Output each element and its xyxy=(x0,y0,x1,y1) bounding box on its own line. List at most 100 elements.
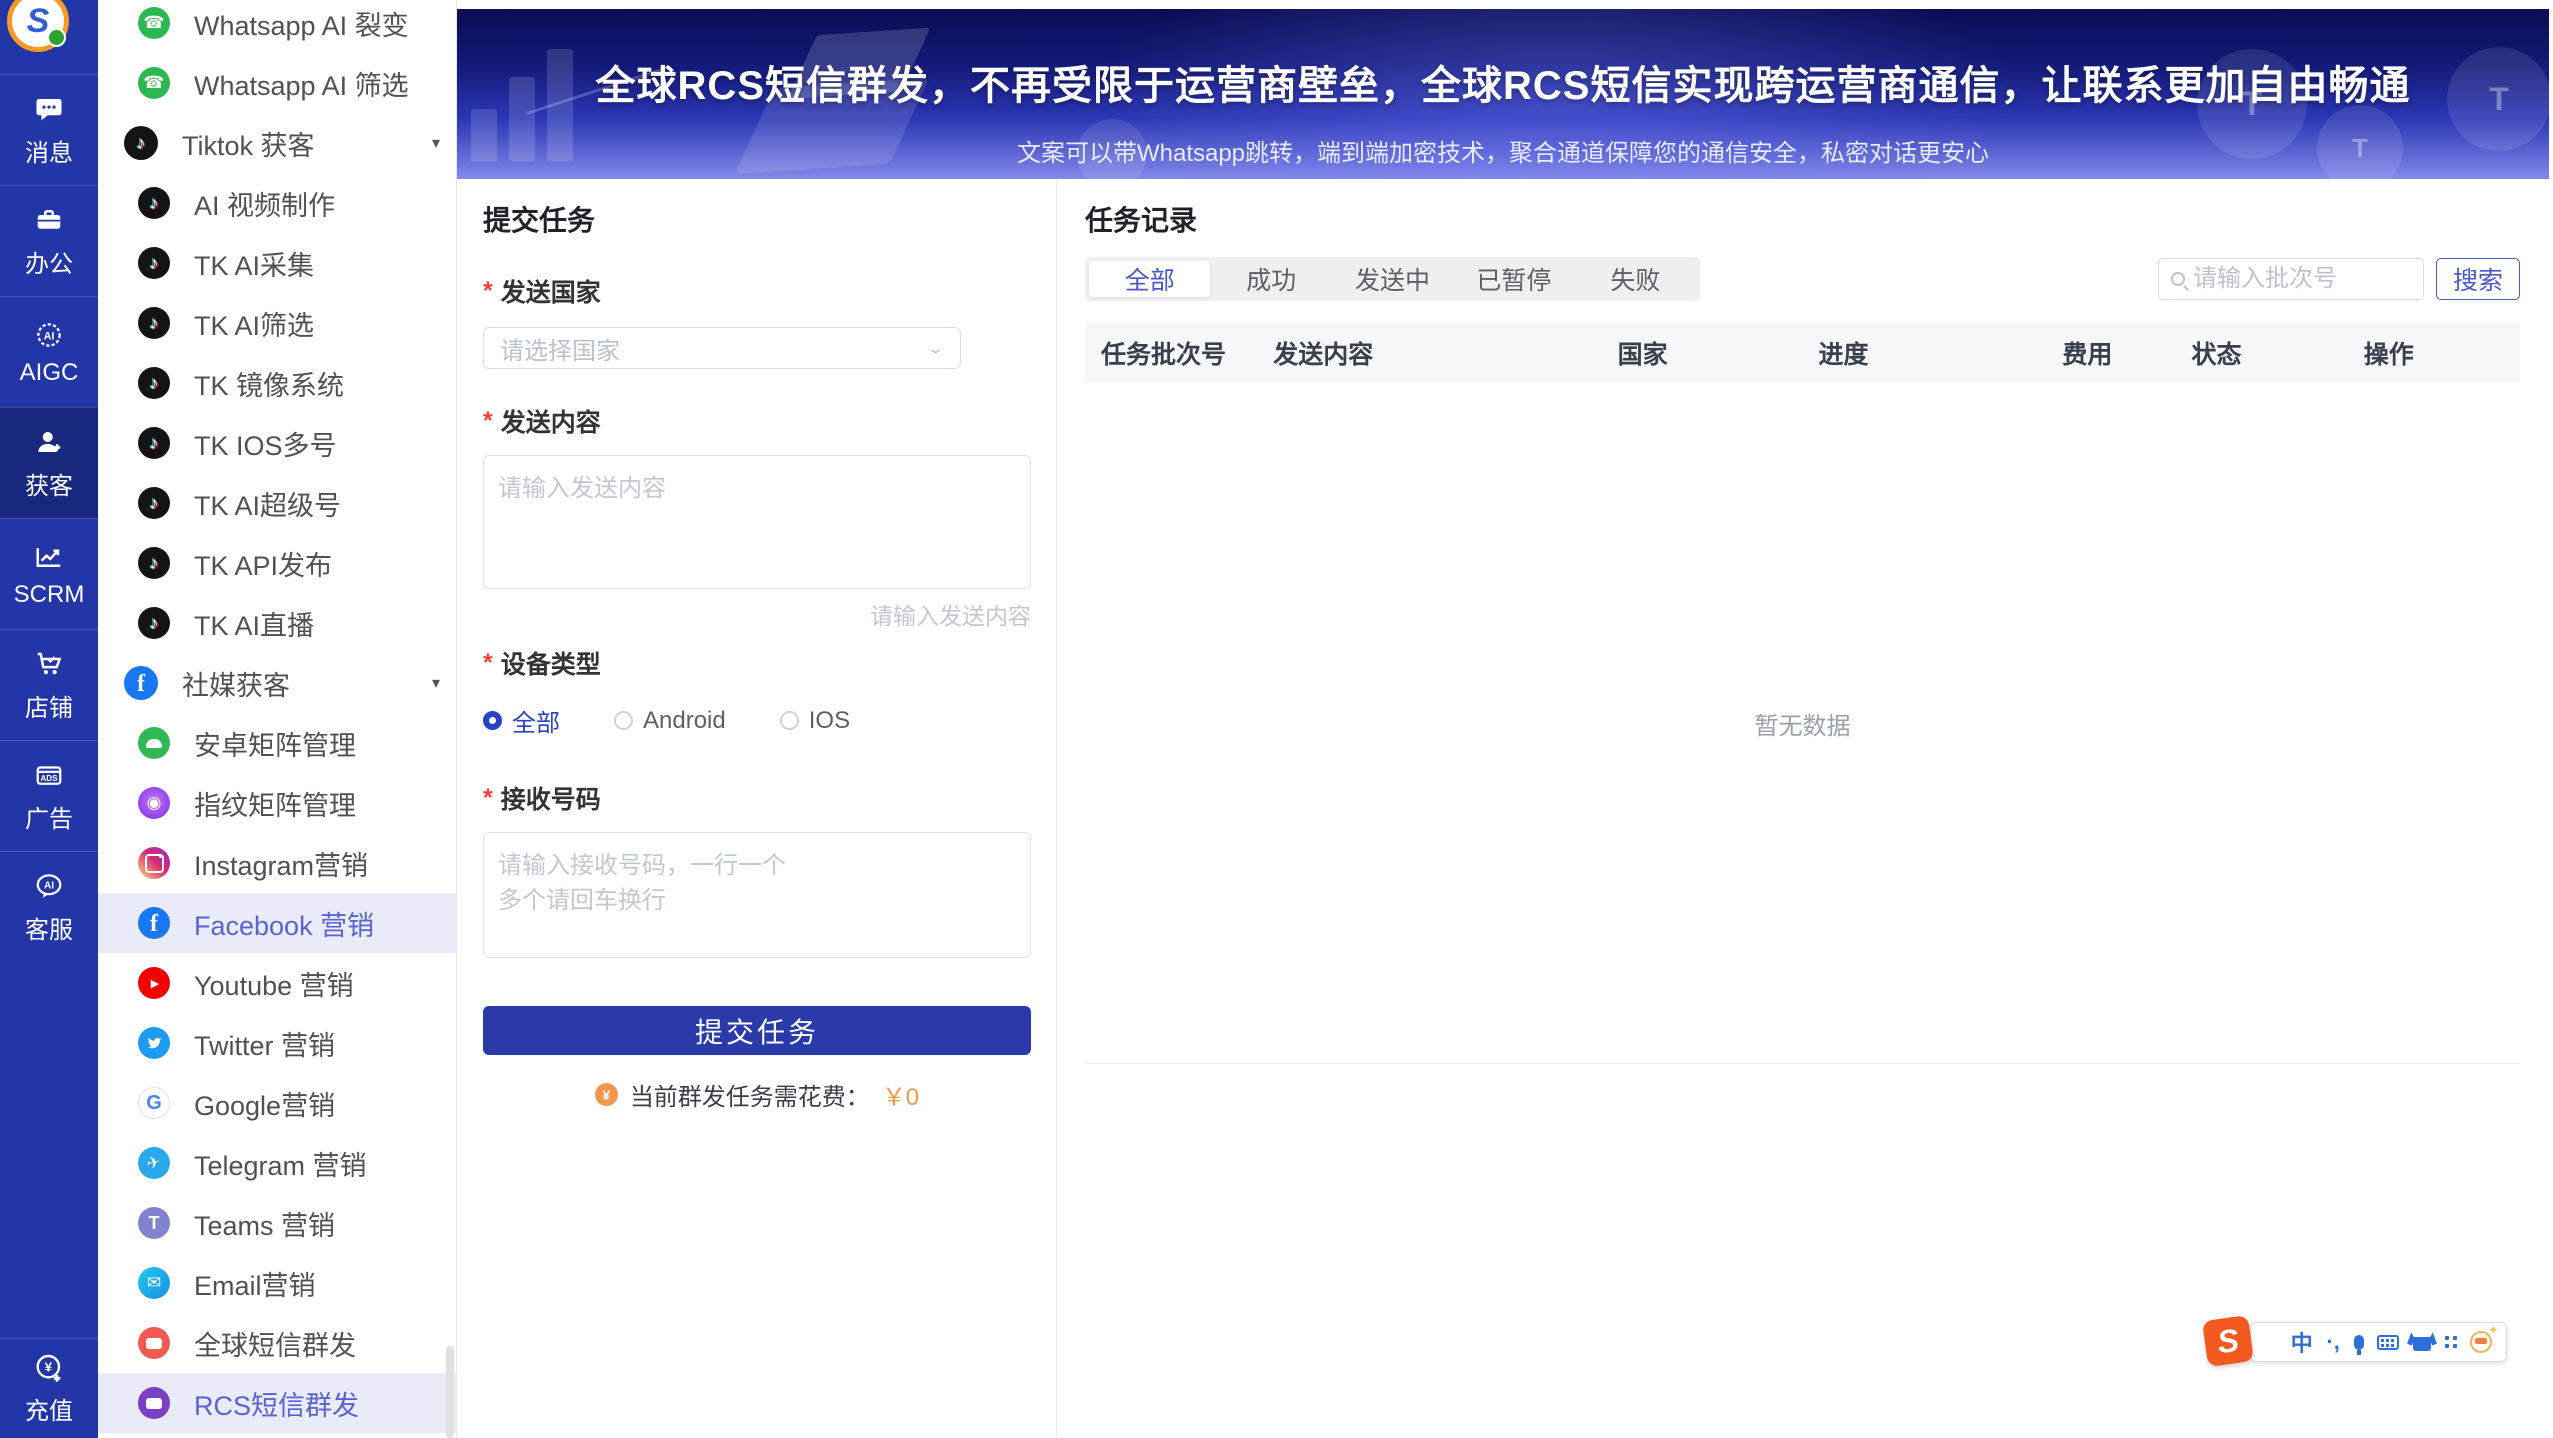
batch-search-input[interactable] xyxy=(2193,265,2411,293)
tab-success[interactable]: 成功 xyxy=(1210,261,1331,297)
sidebar-item-facebook[interactable]: Facebook 营销 xyxy=(98,893,456,953)
radio-all[interactable]: 全部 xyxy=(483,703,560,738)
tiktok-icon xyxy=(138,187,170,219)
sidebar-item-rcs-sms[interactable]: RCS短信群发 xyxy=(98,1373,456,1433)
tasks-controls: 全部 成功 发送中 已暂停 失败 搜索 xyxy=(1085,257,2520,301)
recharge-yen-icon: ¥ xyxy=(32,1351,66,1385)
status-tab-group: 全部 成功 发送中 已暂停 失败 xyxy=(1085,257,1700,301)
tab-failed[interactable]: 失败 xyxy=(1575,261,1696,297)
facebook-icon xyxy=(138,907,170,939)
device-type-label: * 设备类型 xyxy=(483,648,601,680)
rail-item-messages[interactable]: 消息 xyxy=(0,74,98,185)
app-window: S 消息 办公 AI AIGC 获客 SCRM 店铺 ADS 广告 AI 客服 … xyxy=(0,0,2553,1438)
sidebar-item-google[interactable]: Google营销 xyxy=(98,1073,456,1133)
required-asterisk: * xyxy=(483,406,493,435)
rail-item-acquisition[interactable]: 获客 xyxy=(0,407,98,518)
sidebar-item-youtube[interactable]: Youtube 营销 xyxy=(98,953,456,1013)
whatsapp-icon xyxy=(138,67,170,99)
primary-rail: S 消息 办公 AI AIGC 获客 SCRM 店铺 ADS 广告 AI 客服 … xyxy=(0,0,98,1438)
sidebar-item-global-sms[interactable]: 全球短信群发 xyxy=(98,1313,456,1373)
submit-task-button[interactable]: 提交任务 xyxy=(483,1006,1031,1055)
svg-text:AI: AI xyxy=(44,881,54,892)
tab-paused[interactable]: 已暂停 xyxy=(1453,261,1574,297)
tab-sending[interactable]: 发送中 xyxy=(1332,261,1453,297)
svg-text:¥: ¥ xyxy=(45,1359,53,1374)
emoji-icon[interactable] xyxy=(2470,1323,2498,1353)
chevron-down-icon: ⌄ xyxy=(927,339,944,358)
country-select[interactable]: 请选择国家 ⌄ xyxy=(483,327,961,369)
banner-title: 全球RCS短信群发，不再受限于运营商壁垒，全球RCS短信实现跨运营商通信，让联系… xyxy=(595,64,2411,108)
device-type-radio-group: 全部 Android IOS xyxy=(483,703,1056,738)
sidebar-item-tk-ai-collect[interactable]: TK AI采集 xyxy=(98,233,456,293)
aigc-badge-icon: AI xyxy=(32,318,66,352)
sidebar-item-fingerprint-matrix[interactable]: 指纹矩阵管理 xyxy=(98,773,456,833)
rail-item-ads[interactable]: ADS 广告 xyxy=(0,740,98,851)
message-icon xyxy=(32,92,66,126)
online-status-dot xyxy=(47,28,66,47)
required-asterisk: * xyxy=(483,783,493,812)
fee-prefix: 当前群发任务需花费： xyxy=(629,1084,870,1111)
sidebar-item-tk-ai-live[interactable]: TK AI直播 xyxy=(98,593,456,653)
skin-icon[interactable] xyxy=(2412,1333,2431,1351)
sidebar-item-telegram[interactable]: Telegram 营销 xyxy=(98,1133,456,1193)
sidebar-item-teams[interactable]: Teams 营销 xyxy=(98,1193,456,1253)
tab-all[interactable]: 全部 xyxy=(1089,261,1211,297)
chinese-mode-icon[interactable]: 中 xyxy=(2291,1326,2313,1358)
tiktok-icon xyxy=(138,607,170,639)
content-textarea[interactable] xyxy=(483,455,1031,589)
whatsapp-icon xyxy=(138,7,170,39)
rail-item-office[interactable]: 办公 xyxy=(0,185,98,296)
sidebar-item-tk-api-publish[interactable]: TK API发布 xyxy=(98,533,456,593)
punctuation-icon[interactable]: ·, xyxy=(2326,1329,2339,1355)
fingerprint-icon xyxy=(138,787,170,819)
col-status: 状态 xyxy=(2191,341,2242,369)
col-content: 发送内容 xyxy=(1273,341,1374,369)
microphone-icon[interactable] xyxy=(2353,1334,2364,1355)
ads-icon: ADS xyxy=(32,758,66,792)
rail-item-scrm[interactable]: SCRM xyxy=(0,518,98,629)
numbers-label: * 接收号码 xyxy=(483,783,601,815)
chevron-down-icon: ▾ xyxy=(431,675,440,692)
app-logo[interactable]: S xyxy=(0,0,98,74)
sidebar-item-instagram[interactable]: Instagram营销 xyxy=(98,833,456,893)
radio-android[interactable]: Android xyxy=(614,707,726,735)
svg-text:AI: AI xyxy=(44,330,55,342)
sidebar-item-whatsapp-ai-fission[interactable]: Whatsapp AI 裂变 xyxy=(98,0,456,53)
col-progress: 进度 xyxy=(1818,341,1869,369)
content-helper-text: 请输入发送内容 xyxy=(870,603,1031,629)
sidebar-item-whatsapp-ai-filter[interactable]: Whatsapp AI 筛选 xyxy=(98,53,456,113)
sidebar-item-email[interactable]: Email营销 xyxy=(98,1253,456,1313)
app-logo-letter: S xyxy=(26,1,50,40)
tasks-heading: 任务记录 xyxy=(1085,205,1198,236)
tiktok-icon xyxy=(138,547,170,579)
radio-ios[interactable]: IOS xyxy=(779,707,850,735)
rail-item-shop[interactable]: 店铺 xyxy=(0,629,98,740)
telegram-icon xyxy=(138,1147,170,1179)
sidebar-item-tk-ios-multi[interactable]: TK IOS多号 xyxy=(98,413,456,473)
country-label: * 发送国家 xyxy=(483,276,601,308)
youtube-icon xyxy=(138,967,170,999)
sidebar-item-tk-ai-filter[interactable]: TK AI筛选 xyxy=(98,293,456,353)
global-sms-icon xyxy=(138,1327,170,1359)
rcs-sms-icon xyxy=(138,1387,170,1419)
sidebar-item-tk-mirror[interactable]: TK 镜像系统 xyxy=(98,353,456,413)
sidebar-scrollbar[interactable] xyxy=(446,1346,454,1438)
radio-dot xyxy=(483,711,502,730)
sidebar-item-android-matrix[interactable]: 安卓矩阵管理 xyxy=(98,713,456,773)
rail-item-support[interactable]: AI 客服 xyxy=(0,851,98,962)
sidebar-item-twitter[interactable]: Twitter 营销 xyxy=(98,1013,456,1073)
form-heading: 提交任务 xyxy=(483,205,596,236)
fee-row: ¥ 当前群发任务需花费： ￥0 xyxy=(483,1077,1031,1112)
keyboard-icon[interactable] xyxy=(2377,1334,2400,1350)
sidebar-group-tiktok[interactable]: Tiktok 获客▾ xyxy=(98,113,456,173)
rail-item-recharge[interactable]: ¥ 充值 xyxy=(0,1338,98,1438)
sidebar-item-tk-ai-super[interactable]: TK AI超级号 xyxy=(98,473,456,533)
ime-logo[interactable]: S xyxy=(2202,1315,2254,1367)
search-icon xyxy=(2171,272,2185,286)
col-batch-id: 任务批次号 xyxy=(1101,341,1227,369)
numbers-textarea[interactable] xyxy=(483,832,1031,958)
sidebar-group-social-media[interactable]: 社媒获客▾ xyxy=(98,653,456,713)
rail-item-aigc[interactable]: AI AIGC xyxy=(0,296,98,407)
sidebar-item-ai-video[interactable]: AI 视频制作 xyxy=(98,173,456,233)
search-button[interactable]: 搜索 xyxy=(2436,258,2520,300)
